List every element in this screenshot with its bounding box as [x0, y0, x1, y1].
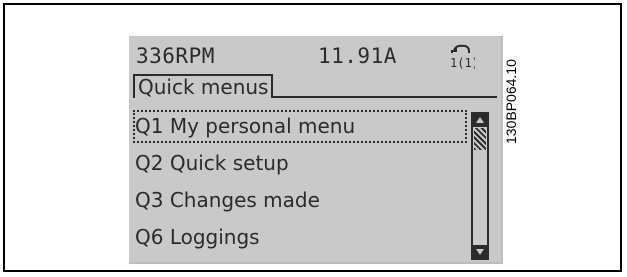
menu-scrollbar[interactable] [471, 112, 489, 260]
menu-item-label: Q1 My personal menu [135, 114, 356, 138]
scroll-down-arrow-icon[interactable] [473, 245, 487, 258]
menu-title: Quick menus [133, 74, 274, 98]
menu-item-label: Q6 Loggings [135, 225, 260, 249]
menu-item-label: Q3 Changes made [135, 188, 320, 212]
scroll-up-arrow-icon[interactable] [473, 114, 487, 127]
quick-menu-list: Q1 My personal menu Q2 Quick setup Q3 Ch… [131, 108, 469, 256]
menu-item-q1[interactable]: Q1 My personal menu [131, 108, 469, 145]
scroll-thumb[interactable] [474, 128, 486, 150]
current-readout: 11.91A [318, 44, 397, 68]
figure-code: 130BP064.10 [503, 59, 519, 144]
hand-icon-label: 1(1) [450, 56, 475, 69]
menu-item-label: Q2 Quick setup [135, 151, 289, 175]
menu-item-q2[interactable]: Q2 Quick setup [131, 145, 469, 182]
hand-on-icon: 1(1) [450, 44, 475, 69]
lcp-display: 336RPM 11.91A 1(1) Quick menus Q1 My per… [129, 36, 503, 264]
menu-item-q3[interactable]: Q3 Changes made [131, 182, 469, 219]
status-line: 336RPM 11.91A 1(1) [129, 36, 501, 72]
menu-item-q6[interactable]: Q6 Loggings [131, 219, 469, 256]
speed-readout: 336RPM [136, 44, 215, 68]
menu-title-bar: Quick menus [133, 74, 497, 98]
